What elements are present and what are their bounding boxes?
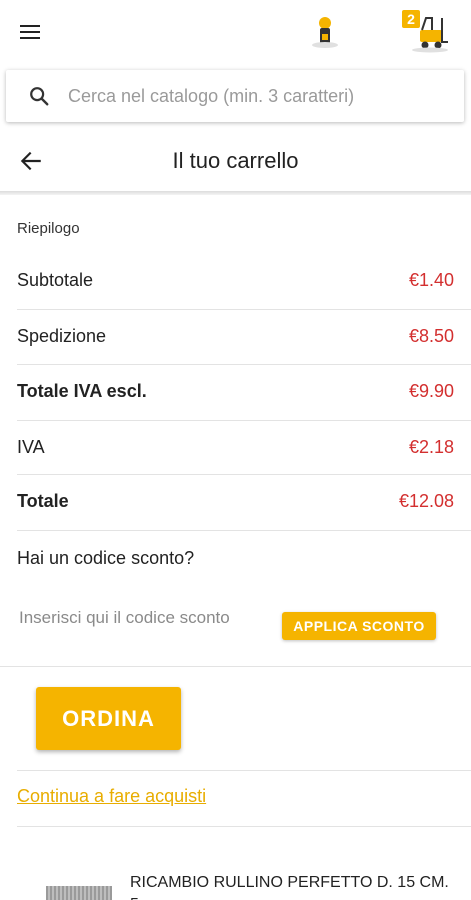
summary-label: Subtotale <box>17 270 94 290</box>
summary-value: €9.90 <box>408 381 454 401</box>
summary-label: IVA <box>17 437 45 457</box>
app-bar: 2 <box>0 0 471 64</box>
cart-button[interactable]: 2 <box>402 8 450 54</box>
hamburger-menu-icon[interactable] <box>18 20 42 44</box>
cart-header: Il tuo carrello <box>0 132 471 192</box>
summary-label: Spedizione <box>17 326 107 346</box>
search-bar <box>6 70 464 122</box>
summary-label: Totale <box>17 491 69 511</box>
summary-value: €8.50 <box>408 326 454 346</box>
divider <box>0 666 471 667</box>
summary-row-total-excl-vat: Totale IVA escl. €9.90 <box>0 364 471 419</box>
cart-count-badge: 2 <box>402 10 420 28</box>
product-name[interactable]: RICAMBIO RULLINO PERFETTO D. 15 CM. 5 <box>130 872 450 900</box>
user-avatar-icon[interactable] <box>310 14 340 50</box>
discount-code-field[interactable] <box>19 606 259 656</box>
summary-row-subtotal: Subtotale €1.40 <box>0 253 471 308</box>
summary-heading: Riepilogo <box>17 220 80 237</box>
summary-value: €1.40 <box>408 270 454 290</box>
divider <box>17 530 471 531</box>
apply-discount-button[interactable]: APPLICA SCONTO <box>282 612 436 640</box>
summary-row-shipping: Spedizione €8.50 <box>0 309 471 364</box>
summary-value: €12.08 <box>398 491 454 511</box>
page-title: Il tuo carrello <box>172 148 299 173</box>
header-divider <box>0 191 471 195</box>
product-thumbnail[interactable] <box>46 886 112 900</box>
discount-question: Hai un codice sconto? <box>17 548 195 568</box>
search-input[interactable] <box>68 78 448 114</box>
search-icon <box>30 87 49 106</box>
summary-value: €2.18 <box>408 437 454 457</box>
order-button[interactable]: ORDINA <box>36 687 181 750</box>
divider <box>17 770 471 771</box>
summary-label: Totale IVA escl. <box>17 381 147 401</box>
summary-row-vat: IVA €2.18 <box>0 420 471 475</box>
summary-row-total: Totale €12.08 <box>0 474 471 529</box>
continue-shopping-link[interactable]: Continua a fare acquisti <box>17 786 206 807</box>
divider <box>17 826 471 827</box>
